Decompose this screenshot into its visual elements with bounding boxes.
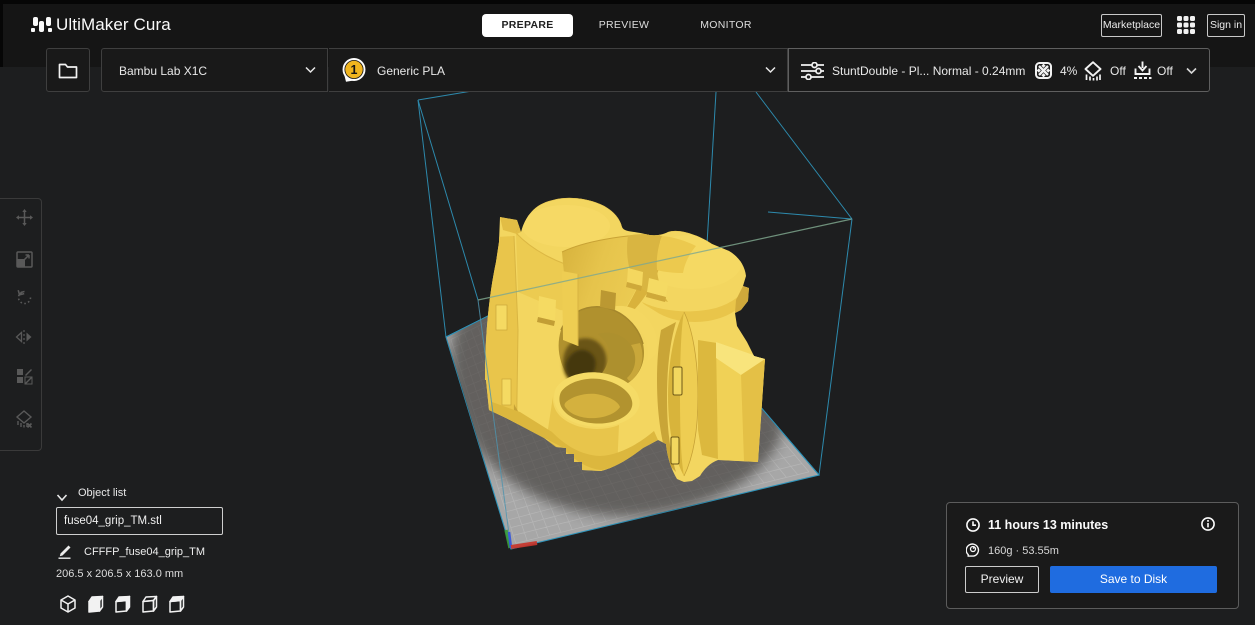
svg-text:1: 1 bbox=[351, 63, 358, 77]
